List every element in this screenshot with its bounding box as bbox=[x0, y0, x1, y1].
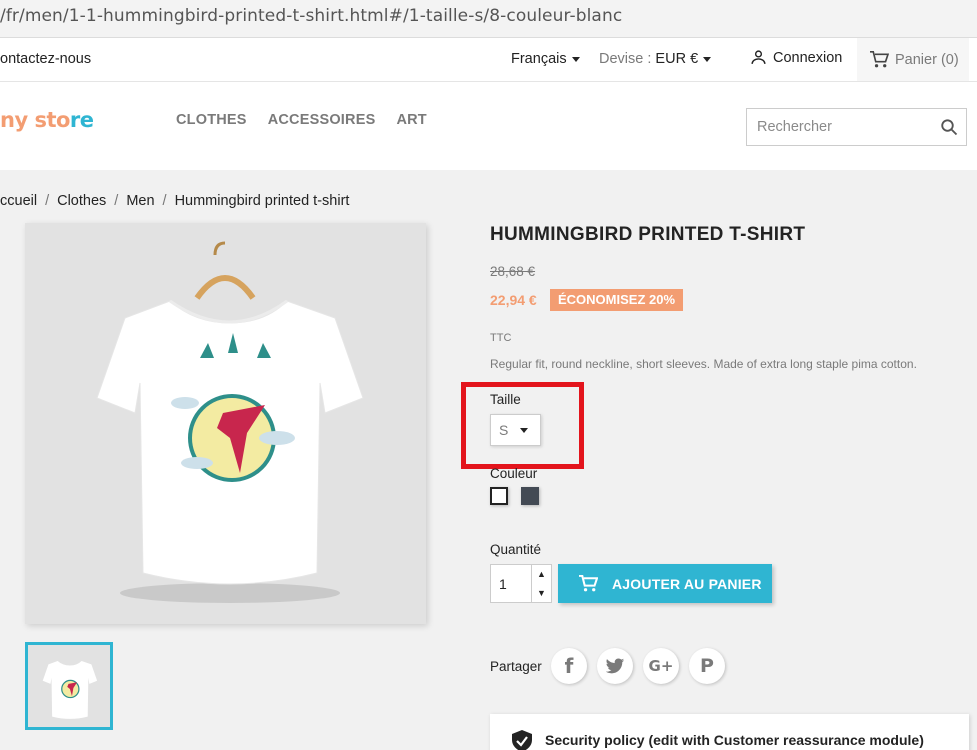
menu-item-clothes[interactable]: CLOTHES bbox=[176, 112, 247, 128]
shopping-cart-icon bbox=[579, 574, 598, 591]
login-link[interactable]: Connexion bbox=[750, 49, 842, 66]
logo-part: ny bbox=[0, 108, 35, 132]
quantity-stepper: ▲ ▼ bbox=[490, 564, 552, 603]
breadcrumb-separator: / bbox=[162, 193, 167, 209]
currency-label: Devise : bbox=[599, 51, 652, 67]
language-label: Français bbox=[511, 51, 567, 67]
chevron-down-icon bbox=[703, 56, 712, 62]
site-header: ny store CLOTHES ACCESSOIRES ART bbox=[0, 82, 977, 170]
google-plus-icon[interactable]: G+ bbox=[643, 648, 679, 684]
facebook-glyph: f bbox=[564, 654, 574, 678]
share-label: Partager bbox=[490, 659, 542, 674]
breadcrumb-home[interactable]: ccueil bbox=[0, 193, 37, 209]
pinterest-icon[interactable]: P bbox=[689, 648, 725, 684]
product-thumbnail[interactable] bbox=[25, 642, 113, 730]
google-plus-glyph: G+ bbox=[648, 657, 674, 675]
pinterest-glyph: P bbox=[700, 655, 714, 677]
breadcrumb-current: Hummingbird printed t-shirt bbox=[174, 193, 350, 209]
browser-url-bar[interactable]: /fr/men/1-1-hummingbird-printed-t-shirt.… bbox=[0, 0, 977, 38]
shield-icon bbox=[512, 730, 532, 750]
regular-price: 28,68 € bbox=[490, 264, 536, 279]
twitter-icon[interactable] bbox=[597, 648, 633, 684]
reassurance-block: Security policy (edit with Customer reas… bbox=[490, 714, 969, 750]
add-to-cart-button[interactable]: AJOUTER AU PANIER bbox=[558, 564, 772, 603]
product-title: HUMMINGBIRD PRINTED T-SHIRT bbox=[490, 224, 806, 245]
quantity-input[interactable] bbox=[491, 565, 531, 602]
breadcrumb-clothes[interactable]: Clothes bbox=[57, 193, 106, 209]
breadcrumb-separator: / bbox=[114, 193, 119, 209]
logo-part: sto bbox=[34, 108, 70, 132]
product-description: Regular fit, round neckline, short sleev… bbox=[490, 357, 917, 371]
add-to-cart-label: AJOUTER AU PANIER bbox=[612, 575, 762, 592]
currency-value: EUR € bbox=[655, 51, 699, 67]
breadcrumb-separator: / bbox=[45, 193, 50, 209]
color-label: Couleur bbox=[490, 466, 538, 481]
login-label: Connexion bbox=[773, 49, 843, 66]
main-menu: CLOTHES ACCESSOIRES ART bbox=[176, 112, 427, 128]
user-icon bbox=[751, 50, 766, 64]
color-swatch-gray[interactable] bbox=[521, 487, 539, 505]
url-text[interactable]: /fr/men/1-1-hummingbird-printed-t-shirt.… bbox=[0, 6, 622, 26]
highlight-box bbox=[461, 382, 584, 469]
current-price: 22,94 € bbox=[490, 292, 537, 308]
cart-button[interactable]: Panier (0) bbox=[857, 38, 969, 81]
logo-part: re bbox=[69, 108, 94, 132]
quantity-label: Quantité bbox=[490, 542, 542, 557]
contact-link[interactable]: ontactez-nous bbox=[0, 51, 91, 67]
search-icon[interactable] bbox=[940, 118, 958, 136]
shopping-cart-icon bbox=[870, 50, 889, 67]
tshirt-image bbox=[96, 241, 364, 603]
chevron-down-icon bbox=[571, 56, 580, 62]
facebook-icon[interactable]: f bbox=[551, 648, 587, 684]
color-swatch-white[interactable] bbox=[490, 487, 508, 505]
twitter-bird-icon bbox=[605, 658, 625, 673]
discount-badge: ÉCONOMISEZ 20% bbox=[550, 289, 684, 311]
security-policy-text: Security policy (edit with Customer reas… bbox=[545, 732, 924, 748]
breadcrumb-men[interactable]: Men bbox=[126, 193, 154, 209]
menu-item-art[interactable]: ART bbox=[396, 112, 426, 128]
tax-label: TTC bbox=[490, 332, 512, 344]
search-input[interactable] bbox=[747, 109, 927, 145]
cart-label: Panier (0) bbox=[895, 51, 959, 68]
menu-item-accessoires[interactable]: ACCESSOIRES bbox=[268, 112, 376, 128]
language-selector[interactable]: Français bbox=[511, 51, 580, 67]
thumbnail-image bbox=[42, 660, 98, 719]
currency-selector[interactable]: Devise : EUR € bbox=[599, 51, 712, 67]
chevron-down-icon[interactable]: ▼ bbox=[531, 583, 551, 602]
top-navigation: ontactez-nous Français Devise : EUR € Co… bbox=[0, 38, 977, 82]
search-box bbox=[746, 108, 967, 146]
product-main-image[interactable] bbox=[25, 223, 426, 624]
store-logo[interactable]: ny store bbox=[0, 108, 94, 132]
chevron-up-icon[interactable]: ▲ bbox=[531, 565, 551, 584]
breadcrumb: ccueil / Clothes / Men / Hummingbird printe… bbox=[0, 193, 349, 209]
